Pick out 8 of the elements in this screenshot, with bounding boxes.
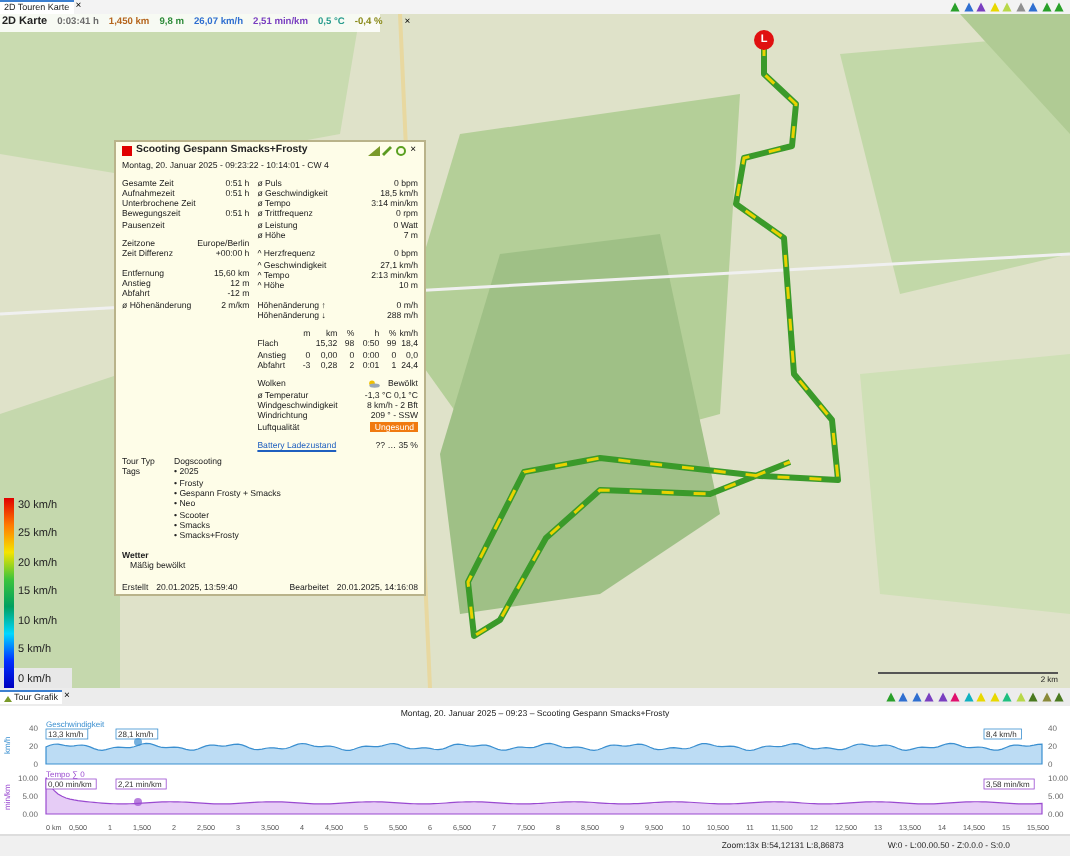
position-marker-icon xyxy=(134,798,142,806)
color-square-icon xyxy=(122,146,132,157)
pencil-icon[interactable] xyxy=(382,146,393,157)
position-marker-icon xyxy=(134,738,142,746)
cloud-icon[interactable] xyxy=(367,379,380,388)
chart-icon[interactable] xyxy=(367,146,380,157)
settings-icon[interactable] xyxy=(395,146,406,157)
mountain-icon[interactable] xyxy=(4,695,12,701)
